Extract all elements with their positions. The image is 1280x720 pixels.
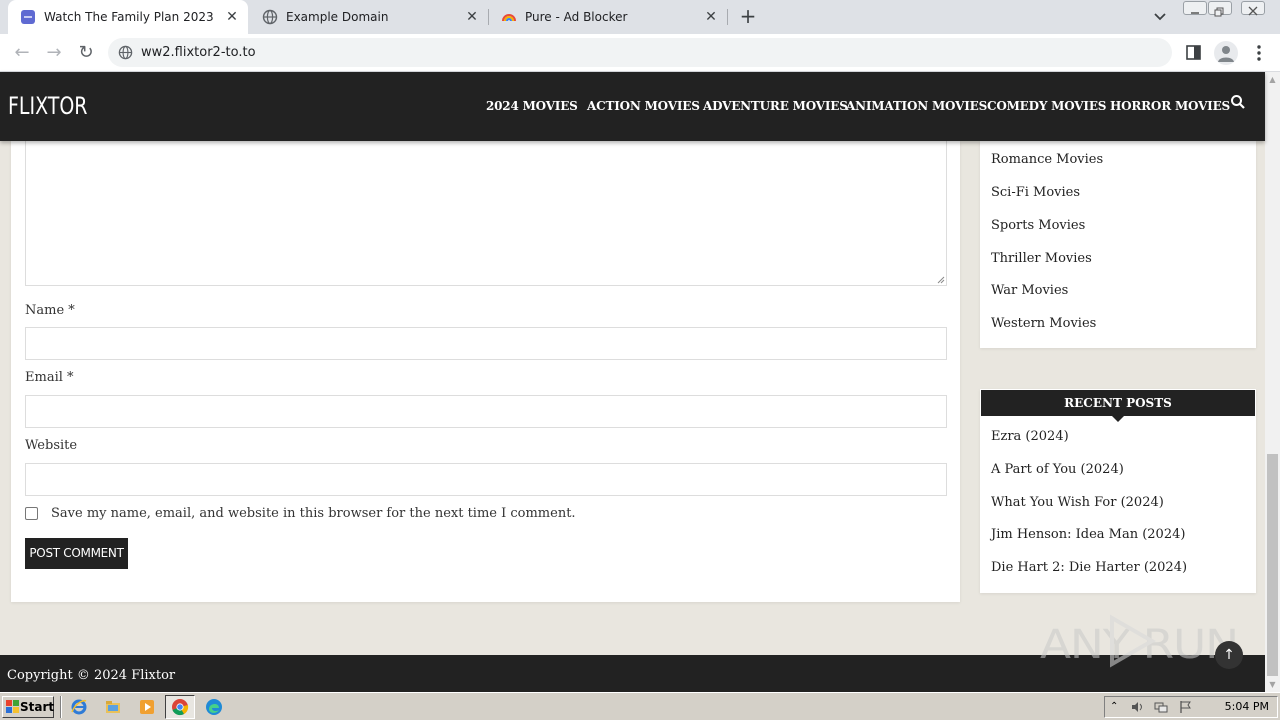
forward-arrow-icon[interactable]: → [42, 41, 66, 65]
action-center-flag-icon[interactable] [1178, 700, 1192, 714]
sidebar-item-western[interactable]: Western Movies [991, 316, 1096, 331]
page-scrollbar[interactable]: ▲ ▼ [1265, 72, 1280, 692]
site-info-icon[interactable] [118, 45, 133, 60]
name-field[interactable] [25, 327, 947, 360]
scroll-up-arrow-icon[interactable]: ▲ [1265, 72, 1280, 87]
close-tab-icon[interactable]: ✕ [464, 9, 480, 25]
scroll-down-arrow-icon[interactable]: ▼ [1265, 677, 1280, 692]
globe-icon [262, 9, 278, 25]
tab-flixtor[interactable]: Watch The Family Plan 2023 Movie S ✕ [8, 0, 248, 34]
tab-divider [727, 9, 728, 25]
save-info-checkbox[interactable] [25, 507, 38, 520]
windows-logo-icon [6, 700, 19, 713]
minimize-button[interactable] [1183, 1, 1207, 15]
sidebar-item-romance[interactable]: Romance Movies [991, 152, 1103, 167]
recent-post-link[interactable]: Die Hart 2: Die Harter (2024) [991, 560, 1187, 575]
flixtor-favicon-icon [21, 10, 35, 24]
menu-item-comedy-movies[interactable]: COMEDY MOVIES [987, 72, 1106, 135]
comment-textarea[interactable] [25, 141, 947, 286]
sidebar-item-war[interactable]: War Movies [991, 283, 1068, 298]
browser-tab-bar: Watch The Family Plan 2023 Movie S ✕ Exa… [0, 0, 1280, 34]
volume-icon[interactable] [1130, 700, 1144, 714]
menu-item-adventure-movies[interactable]: ADVENTURE MOVIES [703, 72, 848, 135]
system-tray: ⌃ 5:04 PM [1104, 696, 1278, 718]
taskbar-clock[interactable]: 5:04 PM [1225, 697, 1269, 717]
browser-toolbar: ← → ↻ ww2.flixtor2-to.to [0, 34, 1280, 72]
new-tab-button[interactable]: + [736, 5, 760, 29]
save-info-label: Save my name, email, and website in this… [51, 506, 576, 521]
svg-text:ANY RUN: ANY RUN [1040, 622, 1238, 668]
taskbar-separator [60, 696, 62, 718]
reload-icon[interactable]: ↻ [74, 41, 98, 65]
website-label: Website [25, 438, 78, 453]
profile-avatar-icon[interactable] [1214, 41, 1238, 65]
sidebar-item-sports[interactable]: Sports Movies [991, 218, 1085, 233]
recent-post-link[interactable]: A Part of You (2024) [991, 462, 1124, 477]
edge-icon[interactable] [205, 698, 223, 716]
start-button[interactable]: Start [2, 696, 54, 718]
back-arrow-icon[interactable]: ← [10, 41, 34, 65]
rainbow-icon [502, 14, 516, 22]
close-icon [1248, 6, 1258, 16]
more-menu-icon[interactable] [1250, 43, 1268, 63]
tab-example-domain[interactable]: Example Domain ✕ [250, 0, 488, 34]
close-tab-icon[interactable]: ✕ [224, 9, 240, 25]
post-comment-button[interactable]: POST COMMENT [25, 538, 128, 569]
recent-post-link[interactable]: What You Wish For (2024) [991, 495, 1164, 510]
copyright-text: Copyright © 2024 Flixtor [7, 668, 176, 683]
website-field[interactable] [25, 463, 947, 496]
back-to-top-button[interactable]: ↑ [1215, 641, 1243, 669]
site-header: FLIXTOR 2024 MOVIES ACTION MOVIES ADVENT… [0, 72, 1265, 141]
save-info-row: Save my name, email, and website in this… [25, 506, 576, 521]
tray-expand-icon[interactable]: ⌃ [1110, 700, 1124, 714]
email-field[interactable] [25, 395, 947, 428]
restore-icon [1214, 7, 1224, 17]
taskbar-chrome-active[interactable] [165, 695, 195, 719]
menu-item-action-movies[interactable]: ACTION MOVIES [587, 72, 700, 135]
tab-title: Watch The Family Plan 2023 Movie S [44, 10, 216, 24]
close-window-button[interactable] [1241, 1, 1265, 16]
side-panel-icon[interactable] [1186, 45, 1201, 60]
tab-pure-ad-blocker[interactable]: Pure - Ad Blocker ✕ [489, 0, 727, 34]
chevron-down-icon[interactable] [1150, 8, 1170, 26]
recent-post-link[interactable]: Ezra (2024) [991, 429, 1069, 444]
recent-posts-title: RECENT POSTS [981, 390, 1255, 422]
internet-explorer-icon[interactable] [70, 698, 88, 716]
windows-taskbar: Start ⌃ 5:04 PM [0, 692, 1280, 720]
start-label: Start [20, 700, 55, 714]
restore-button[interactable] [1208, 1, 1232, 17]
close-tab-icon[interactable]: ✕ [703, 9, 719, 25]
tab-title: Example Domain [286, 10, 389, 24]
chrome-icon [172, 699, 189, 716]
site-logo[interactable]: FLIXTOR [8, 72, 88, 141]
anyrun-watermark-logo: ANY RUN [1040, 614, 1239, 668]
menu-item-2024-movies[interactable]: 2024 MOVIES [486, 72, 578, 135]
minimize-icon [1191, 12, 1199, 14]
resize-grip-icon[interactable] [937, 276, 945, 284]
media-player-icon[interactable] [138, 698, 156, 716]
tab-title: Pure - Ad Blocker [525, 10, 628, 24]
search-icon[interactable] [1229, 93, 1247, 111]
menu-item-horror-movies[interactable]: HORROR MOVIES [1110, 72, 1230, 135]
menu-item-animation-movies[interactable]: ANIMATION MOVIES [846, 72, 987, 135]
file-explorer-icon[interactable] [104, 698, 122, 716]
sidebar-item-sci-fi[interactable]: Sci-Fi Movies [991, 185, 1080, 200]
url-text: ww2.flixtor2-to.to [141, 45, 256, 60]
email-label: Email * [25, 370, 74, 385]
address-bar[interactable]: ww2.flixtor2-to.to [108, 38, 1172, 67]
sidebar-item-thriller[interactable]: Thriller Movies [991, 251, 1092, 266]
name-label: Name * [25, 303, 75, 318]
recent-post-link[interactable]: Jim Henson: Idea Man (2024) [991, 527, 1185, 542]
scroll-thumb[interactable] [1267, 454, 1278, 676]
network-icon[interactable] [1154, 700, 1168, 714]
